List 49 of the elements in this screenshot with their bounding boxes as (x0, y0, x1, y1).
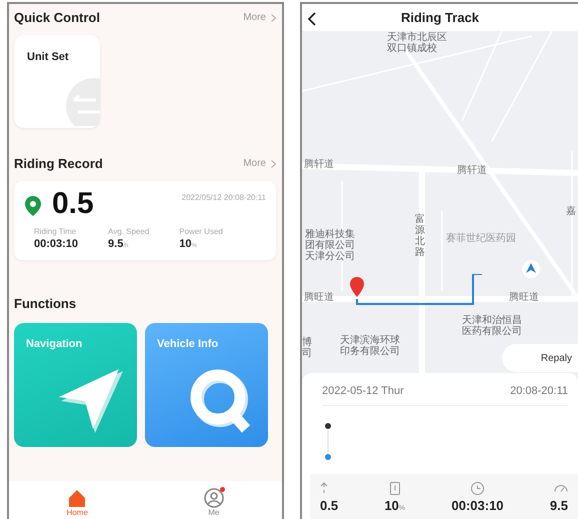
stat-value: 9.5 (550, 498, 568, 513)
area-label: 赛菲世纪医药园 (446, 233, 516, 244)
card-label: Unit Set (27, 51, 69, 63)
stat-label: Avg. Speed (108, 227, 150, 236)
speedometer-icon (554, 484, 568, 492)
profile-icon (202, 487, 225, 509)
place-label: 天津滨海环球印务有限公司 (340, 335, 400, 357)
chevron-right-icon (271, 160, 276, 168)
section-title: Riding Record (14, 156, 103, 171)
screen-title: Riding Track (400, 10, 480, 25)
location-pin-icon (24, 195, 42, 217)
more-link[interactable]: More (243, 12, 276, 23)
stat-label: Riding Time (34, 227, 78, 236)
road-label: 腾旺道 (304, 292, 334, 303)
stat-value: 00:03:10 (34, 238, 78, 250)
road-label: 腾轩道 (457, 165, 487, 176)
battery-icon (390, 482, 400, 494)
card-label: Navigation (26, 338, 82, 350)
navigation-card[interactable]: Navigation (14, 323, 137, 447)
distance-icon (320, 482, 328, 494)
road-label: 富源北路 (415, 214, 425, 258)
unit-set-card[interactable]: Unit Set (14, 35, 100, 128)
stat-value: 0.5 (320, 498, 338, 513)
road-label: 腾轩道 (304, 159, 334, 170)
start-end-dots-icon (324, 422, 332, 462)
home-tab[interactable]: Home (66, 487, 88, 519)
trip-time-range: 20:08-20:11 (510, 385, 568, 397)
chevron-right-icon (271, 14, 276, 22)
place-label: 博司 (302, 337, 312, 359)
section-title: Functions (14, 296, 76, 311)
back-button[interactable] (308, 12, 316, 26)
road-label: 腾旺道 (509, 292, 539, 303)
record-datetime: 2022/05/12 20:08-20:11 (182, 193, 266, 202)
section-title: Quick Control (14, 10, 100, 25)
place-label: 雅迪科技集团有限公司天津分公司 (305, 229, 355, 262)
stat-label: Power Used (179, 227, 223, 236)
vehicle-card[interactable]: Vehicle Info (145, 323, 268, 447)
place-label: 天津市北辰区双口镇成校 (387, 32, 447, 54)
clock-icon (471, 482, 484, 494)
place-label: 天津和治恒昌医药有限公司 (462, 315, 522, 337)
place-label: 嘉 (566, 206, 576, 217)
map-pin-icon (350, 277, 364, 297)
replay-button[interactable]: Repaly (502, 344, 578, 372)
stat-value: 00:03:10 (452, 498, 504, 513)
card-label: Vehicle Info (157, 338, 218, 350)
distance-value: 0.5 (52, 189, 94, 219)
more-link[interactable]: More (243, 158, 276, 169)
me-tab[interactable]: Me (202, 487, 225, 519)
trip-date: 2022-05-12 Thur (322, 385, 404, 397)
